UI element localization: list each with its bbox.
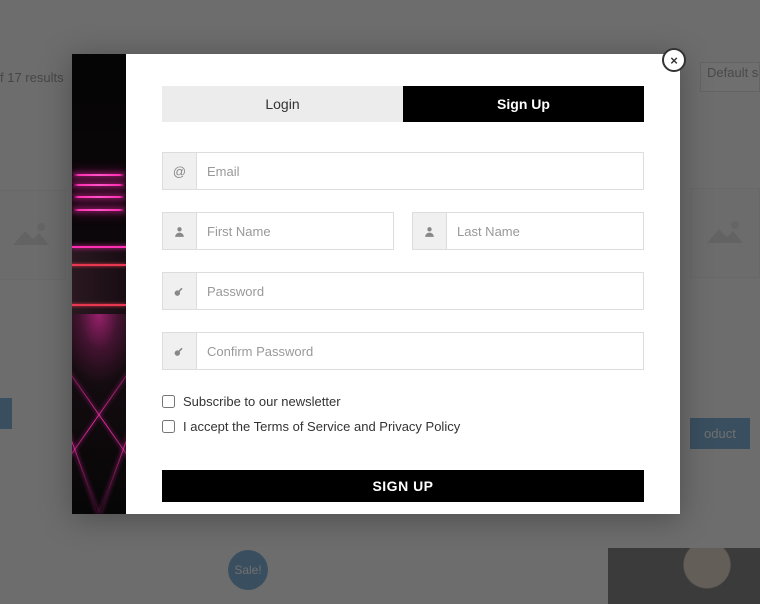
last-name-field-wrapper xyxy=(412,212,644,250)
signup-form-panel: Login Sign Up @ xyxy=(126,54,680,514)
signup-form: @ xyxy=(162,152,644,502)
key-icon xyxy=(163,273,197,309)
auth-tabs: Login Sign Up xyxy=(162,86,644,122)
newsletter-label: Subscribe to our newsletter xyxy=(183,394,341,409)
terms-checkbox[interactable] xyxy=(162,420,175,433)
newsletter-checkbox[interactable] xyxy=(162,395,175,408)
modal-hero-image xyxy=(72,54,126,514)
confirm-password-field-wrapper xyxy=(162,332,644,370)
close-button[interactable]: × xyxy=(662,48,686,72)
signup-submit-button[interactable]: SIGN UP xyxy=(162,470,644,502)
email-icon: @ xyxy=(163,153,197,189)
name-row xyxy=(162,212,644,250)
newsletter-checkbox-row[interactable]: Subscribe to our newsletter xyxy=(162,394,644,409)
confirm-password-input[interactable] xyxy=(197,333,643,369)
last-name-input[interactable] xyxy=(447,213,643,249)
password-field-wrapper xyxy=(162,272,644,310)
user-icon xyxy=(163,213,197,249)
first-name-input[interactable] xyxy=(197,213,393,249)
checkbox-group: Subscribe to our newsletter I accept the… xyxy=(162,396,644,434)
first-name-field-wrapper xyxy=(162,212,394,250)
terms-label: I accept the Terms of Service and Privac… xyxy=(183,419,460,434)
password-input[interactable] xyxy=(197,273,643,309)
key-icon xyxy=(163,333,197,369)
email-field-wrapper: @ xyxy=(162,152,644,190)
close-icon: × xyxy=(670,53,678,68)
tab-login[interactable]: Login xyxy=(162,86,403,122)
tab-signup[interactable]: Sign Up xyxy=(403,86,644,122)
user-icon xyxy=(413,213,447,249)
signup-modal: × Login xyxy=(72,54,680,514)
terms-checkbox-row[interactable]: I accept the Terms of Service and Privac… xyxy=(162,419,644,434)
email-input[interactable] xyxy=(197,153,643,189)
